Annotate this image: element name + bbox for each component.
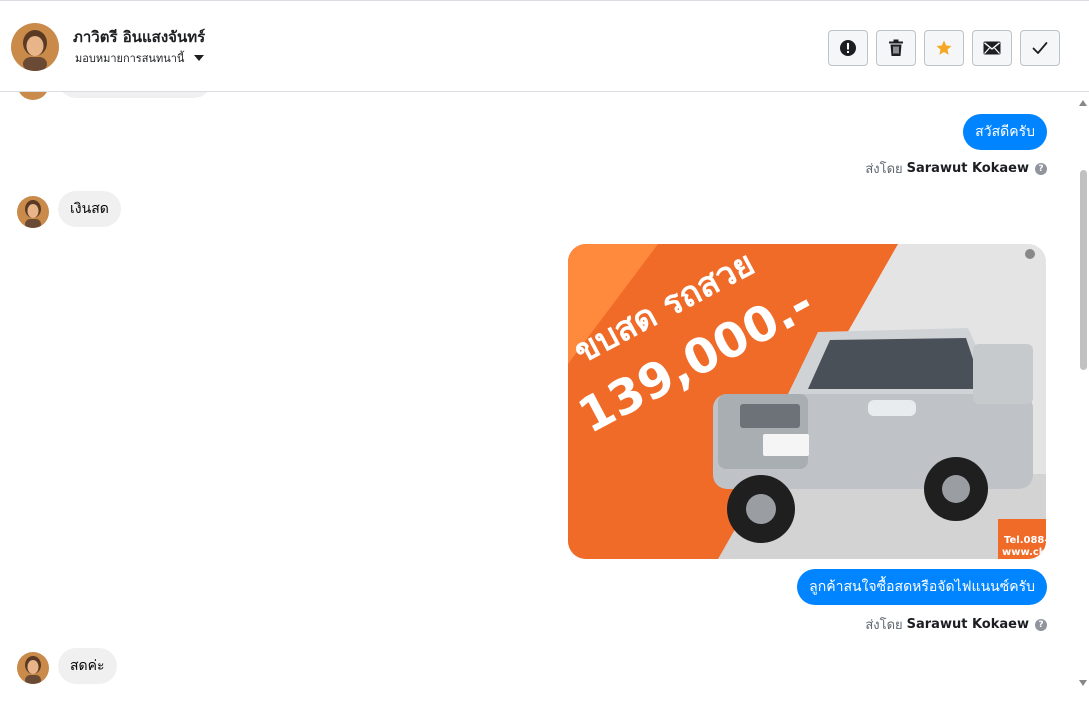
header-actions: [828, 30, 1060, 66]
scrollbar[interactable]: [1077, 92, 1089, 706]
sender-name[interactable]: Sarawut Kokaew: [907, 161, 1029, 176]
caret-down-icon: [194, 55, 205, 61]
contact-avatar[interactable]: [11, 23, 59, 71]
help-icon[interactable]: ?: [1035, 618, 1047, 631]
scroll-up-arrow-icon[interactable]: [1079, 100, 1087, 106]
delete-button[interactable]: [876, 30, 916, 66]
conversation-header: ภาวิตรี อินแสงจันทร์ มอบหมายการสนทนานี้: [0, 0, 1089, 92]
message-thread[interactable]: สวัสดีครับ ส่งโดย Sarawut Kokaew ? เงินส…: [0, 92, 1077, 706]
check-icon: [1032, 42, 1048, 54]
sent-by-label: ส่งโดย Sarawut Kokaew ?: [865, 158, 1047, 179]
scroll-thumb[interactable]: [1080, 170, 1087, 370]
exclamation-icon: [840, 40, 856, 56]
outgoing-message[interactable]: ลูกค้าสนใจซื้อสดหรือจัดไฟแนนซ์ครับ: [797, 569, 1047, 605]
banner-tel: Tel.088-: [1004, 535, 1046, 546]
car-photo-attachment[interactable]: ขบสด รถสวย 139,000.- Tel.088- www.ckc: [568, 244, 1046, 559]
assign-label: มอบหมายการสนทนานี้: [75, 52, 185, 65]
incoming-message[interactable]: เงินสด: [58, 191, 121, 227]
banner-web: www.ckc: [1002, 547, 1046, 558]
sender-name[interactable]: Sarawut Kokaew: [907, 617, 1029, 632]
partial-incoming-bubble: [58, 92, 212, 98]
outgoing-message[interactable]: สวัสดีครับ: [963, 114, 1047, 150]
contact-avatar-small[interactable]: [17, 196, 49, 228]
scroll-down-arrow-icon[interactable]: [1079, 680, 1087, 686]
star-icon: [936, 40, 952, 55]
mark-done-button[interactable]: [1020, 30, 1060, 66]
envelope-icon: [983, 41, 1001, 55]
sent-by-label: ส่งโดย Sarawut Kokaew ?: [865, 614, 1047, 635]
partial-avatar: [17, 92, 49, 100]
contact-name[interactable]: ภาวิตรี อินแสงจันทร์: [73, 25, 205, 49]
contact-avatar-small[interactable]: [17, 652, 49, 684]
incoming-message[interactable]: สดค่ะ: [58, 648, 117, 684]
trash-icon: [889, 39, 903, 56]
report-button[interactable]: [828, 30, 868, 66]
assign-conversation-dropdown[interactable]: มอบหมายการสนทนานี้: [75, 49, 205, 67]
mark-unread-button[interactable]: [972, 30, 1012, 66]
star-button[interactable]: [924, 30, 964, 66]
help-icon[interactable]: ?: [1035, 162, 1047, 175]
